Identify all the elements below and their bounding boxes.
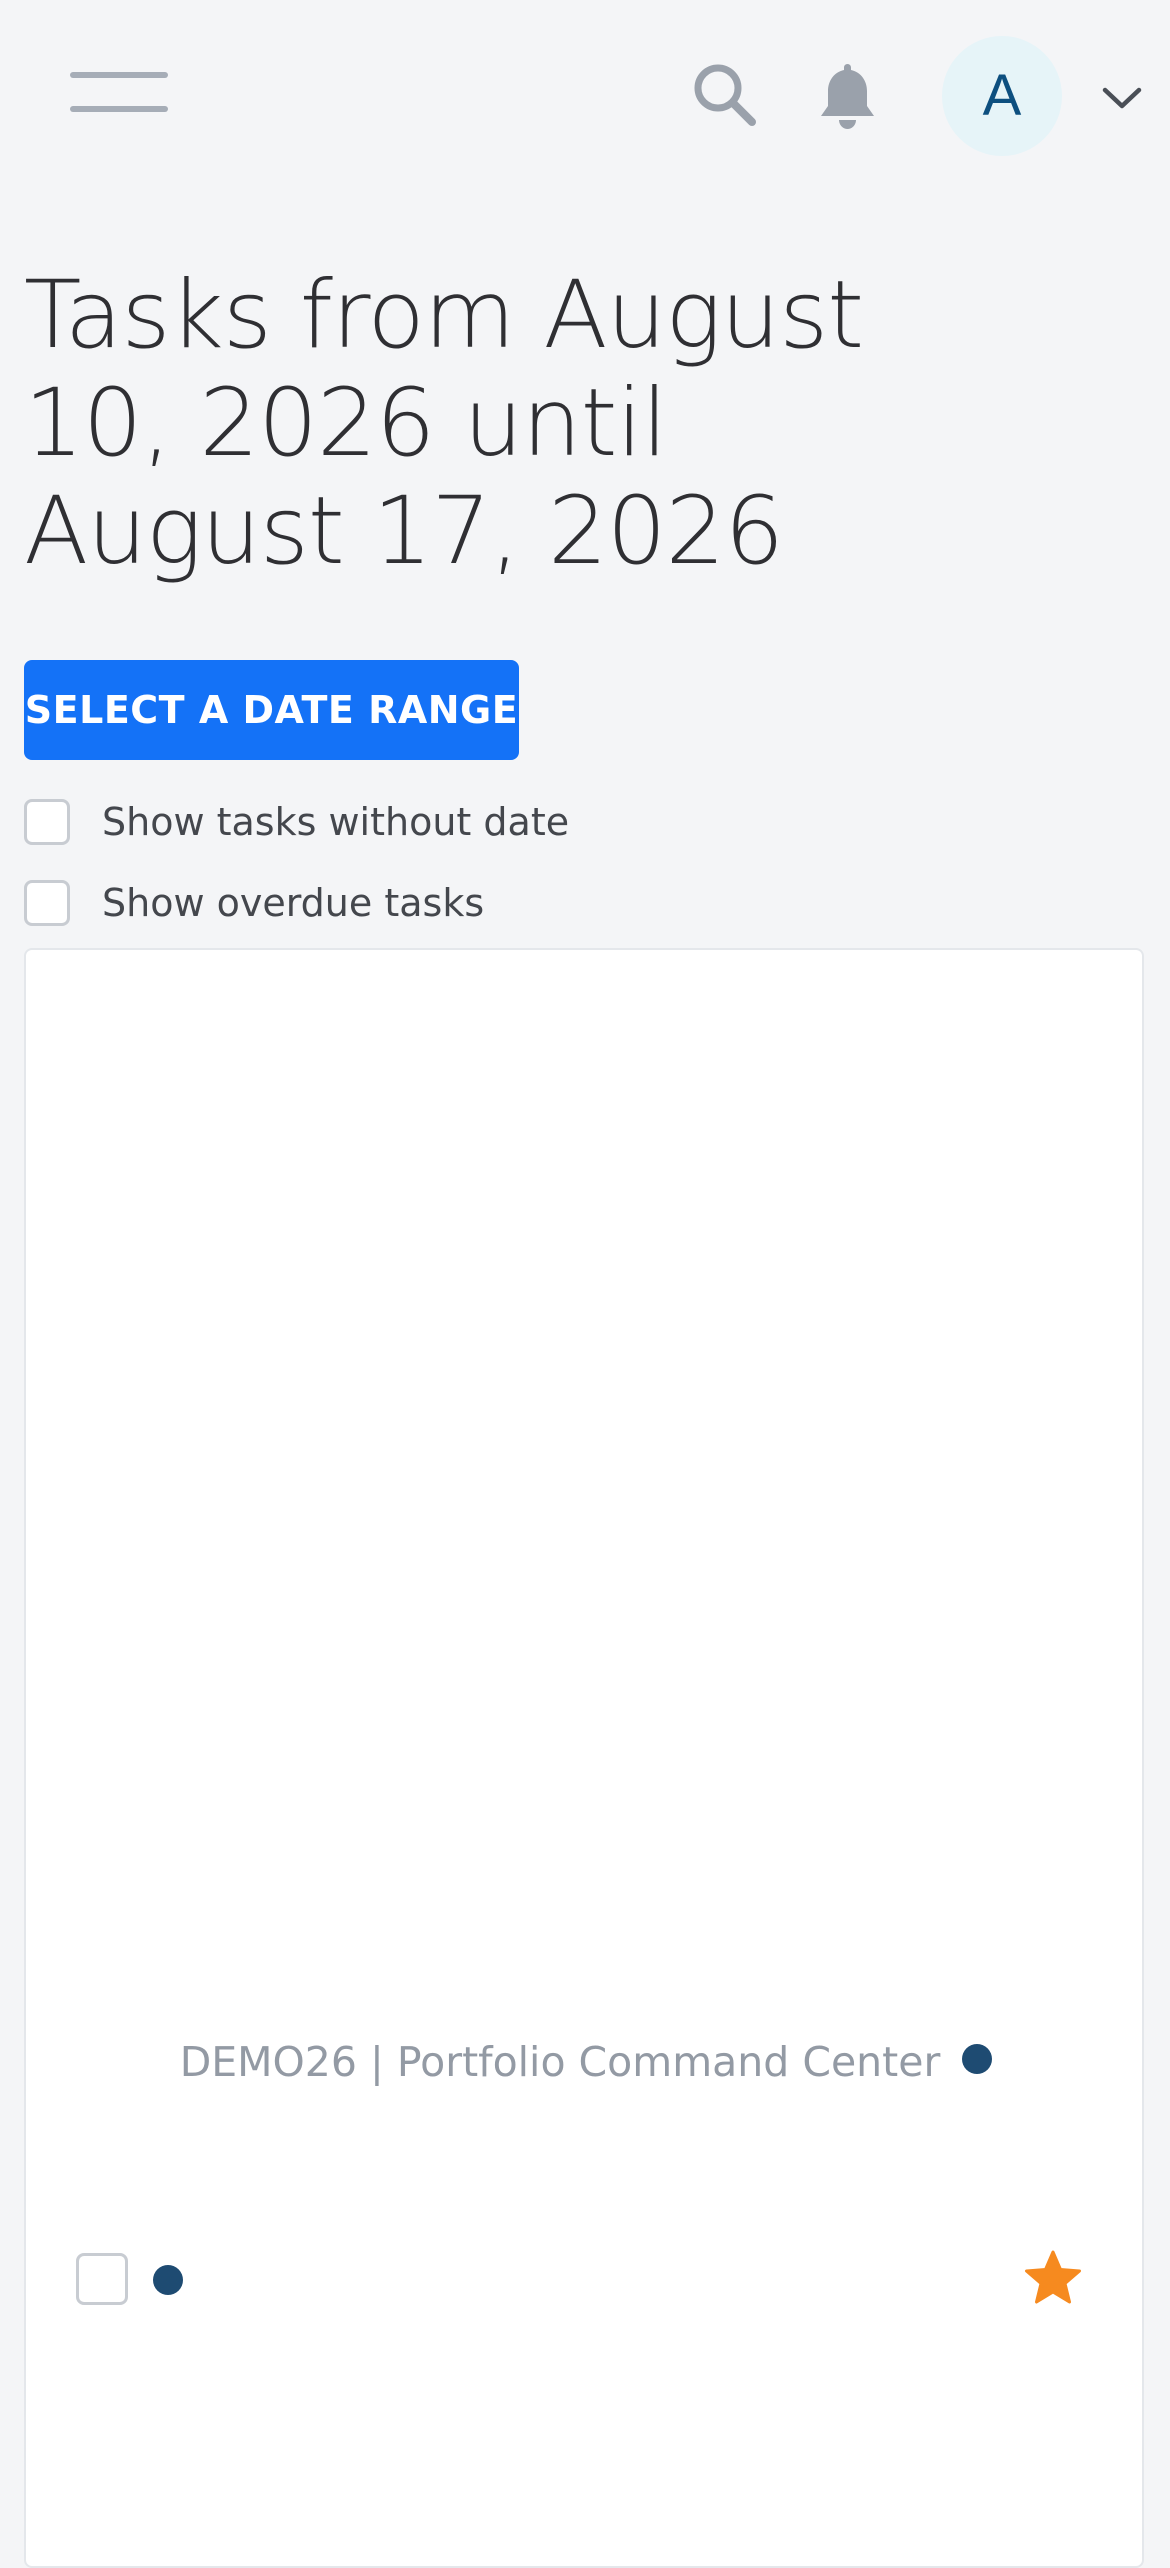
project-name[interactable]: DEMO26 | Portfolio Command Center — [180, 2038, 941, 2086]
top-bar: A — [0, 0, 1170, 190]
task-list-card: DEMO26 | Portfolio Command Center — [24, 948, 1144, 2568]
chevron-down-icon[interactable] — [1100, 82, 1144, 112]
hamburger-menu-icon[interactable] — [70, 72, 168, 118]
project-color-dot — [962, 2044, 993, 2074]
search-icon[interactable] — [690, 60, 762, 132]
select-date-range-button[interactable]: SELECT A DATE RANGE — [24, 660, 519, 760]
show-tasks-without-date-label: Show tasks without date — [102, 800, 570, 844]
show-overdue-tasks-toggle[interactable]: Show overdue tasks — [24, 875, 484, 931]
task-project-color-dot — [153, 2265, 183, 2295]
show-overdue-tasks-label: Show overdue tasks — [102, 881, 485, 925]
show-tasks-without-date-toggle[interactable]: Show tasks without date — [24, 794, 569, 850]
star-icon[interactable] — [1024, 2250, 1082, 2306]
task-done-checkbox[interactable] — [76, 2253, 128, 2305]
hamburger-line — [70, 106, 168, 112]
bell-icon[interactable] — [815, 60, 880, 132]
avatar[interactable]: A — [942, 36, 1062, 156]
project-header[interactable]: DEMO26 | Portfolio Command Center — [26, 2038, 1146, 2086]
hamburger-line — [70, 72, 168, 78]
show-overdue-tasks-checkbox[interactable] — [24, 880, 70, 926]
page-title: Tasks from August 10, 2026 until August … — [24, 261, 864, 586]
show-tasks-without-date-checkbox[interactable] — [24, 799, 70, 845]
